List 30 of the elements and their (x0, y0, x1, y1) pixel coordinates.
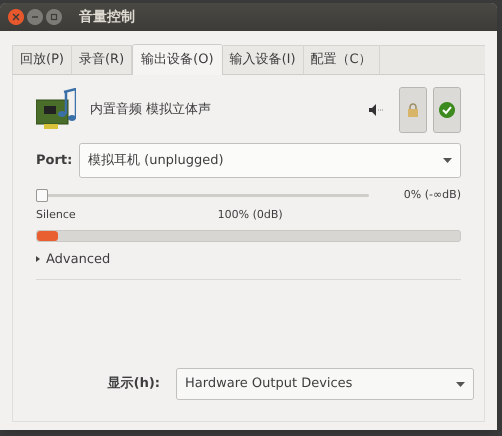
dropdown-arrow-icon (456, 382, 465, 386)
show-dropdown[interactable]: Hardware Output Devices (176, 368, 474, 400)
device-name: 内置音频 模拟立体声 (90, 101, 212, 120)
tab[interactable]: 录音(R) (72, 45, 132, 74)
sound-card-icon (36, 88, 76, 132)
volume-slider[interactable] (36, 188, 369, 202)
unity-label: 100% (0dB) (218, 207, 283, 223)
maximize-icon (50, 13, 58, 21)
port-dropdown[interactable]: 模拟耳机 (unplugged) (79, 143, 461, 178)
volume-reading: 0% (-∞dB) (404, 186, 461, 203)
close-button[interactable] (8, 9, 24, 25)
tab[interactable]: 输入设备(I) (222, 45, 304, 74)
lock-button[interactable] (399, 87, 427, 133)
close-icon (12, 13, 20, 21)
checkmark-icon (439, 102, 455, 118)
expander-arrow-icon (36, 256, 40, 262)
maximize-button[interactable] (46, 9, 62, 25)
padlock-icon (407, 103, 419, 117)
tab[interactable]: 配置（C） (304, 45, 380, 74)
window-title: 音量控制 (79, 8, 135, 26)
show-label: 显示(h): (108, 375, 160, 394)
tab[interactable]: 输出设备(O) (132, 44, 223, 75)
minimize-button[interactable] (27, 9, 43, 25)
speaker-icon (369, 104, 383, 116)
dropdown-arrow-icon (443, 158, 452, 163)
tab[interactable]: 回放(P) (12, 45, 72, 74)
default-button[interactable] (433, 87, 461, 133)
silence-label: Silence (36, 207, 76, 223)
port-label: Port: (36, 152, 74, 170)
advanced-expander[interactable]: Advanced (36, 250, 110, 269)
